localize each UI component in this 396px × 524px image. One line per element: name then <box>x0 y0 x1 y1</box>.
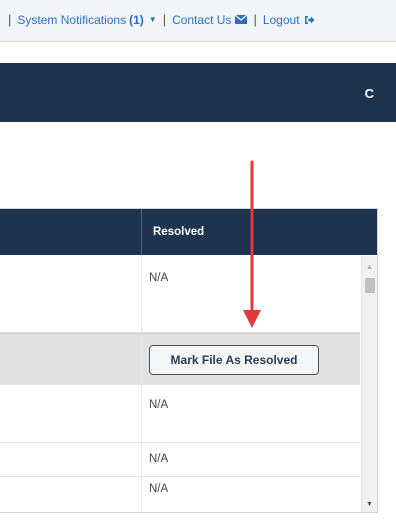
logout-link[interactable]: Logout <box>263 13 315 27</box>
column-divider <box>141 209 142 255</box>
column-divider <box>141 443 142 476</box>
column-divider <box>141 477 142 512</box>
files-grid: Resolved N/A Mark File As Resolved N/A N… <box>0 208 378 513</box>
top-utility-links: | System Notifications (1) ▼ | Contact U… <box>8 12 315 27</box>
envelope-icon <box>235 15 248 24</box>
vertical-scrollbar[interactable]: ▲ ▼ <box>361 256 377 512</box>
page-header-band: C <box>0 63 396 122</box>
scrollbar-thumb[interactable] <box>365 278 375 293</box>
resolved-cell: N/A <box>149 453 169 465</box>
caret-down-icon: ▼ <box>148 15 157 24</box>
top-utility-bar: | System Notifications (1) ▼ | Contact U… <box>0 0 396 42</box>
table-row[interactable]: N/A <box>0 477 360 512</box>
logout-label: Logout <box>262 12 300 27</box>
logout-icon <box>304 15 315 24</box>
resolved-cell: N/A <box>149 399 169 411</box>
refresh-icon[interactable]: C <box>365 86 374 101</box>
separator: | <box>253 12 257 27</box>
column-divider <box>141 385 142 442</box>
contact-us-label: Contact Us <box>172 12 232 27</box>
scroll-up-icon[interactable]: ▲ <box>366 264 373 271</box>
table-row[interactable]: N/A <box>0 385 360 443</box>
column-divider <box>141 334 142 384</box>
mark-file-as-resolved-button[interactable]: Mark File As Resolved <box>149 345 319 375</box>
contact-us-link[interactable]: Contact Us <box>172 12 248 27</box>
system-notifications-label: System Notifications <box>17 12 127 27</box>
resolved-cell: N/A <box>149 272 169 284</box>
resolved-column-header[interactable]: Resolved <box>153 226 204 238</box>
table-row-selected[interactable]: Mark File As Resolved <box>0 333 360 385</box>
system-notifications-link[interactable]: System Notifications (1) ▼ <box>17 13 156 27</box>
table-row[interactable]: N/A <box>0 256 360 333</box>
scroll-down-icon[interactable]: ▼ <box>366 501 373 508</box>
notifications-count: (1) <box>129 12 144 27</box>
separator: | <box>8 12 12 27</box>
column-divider <box>141 256 142 332</box>
separator: | <box>162 12 167 27</box>
table-row[interactable]: N/A <box>0 443 360 477</box>
resolved-cell: N/A <box>149 483 169 495</box>
grid-header: Resolved <box>0 209 377 255</box>
